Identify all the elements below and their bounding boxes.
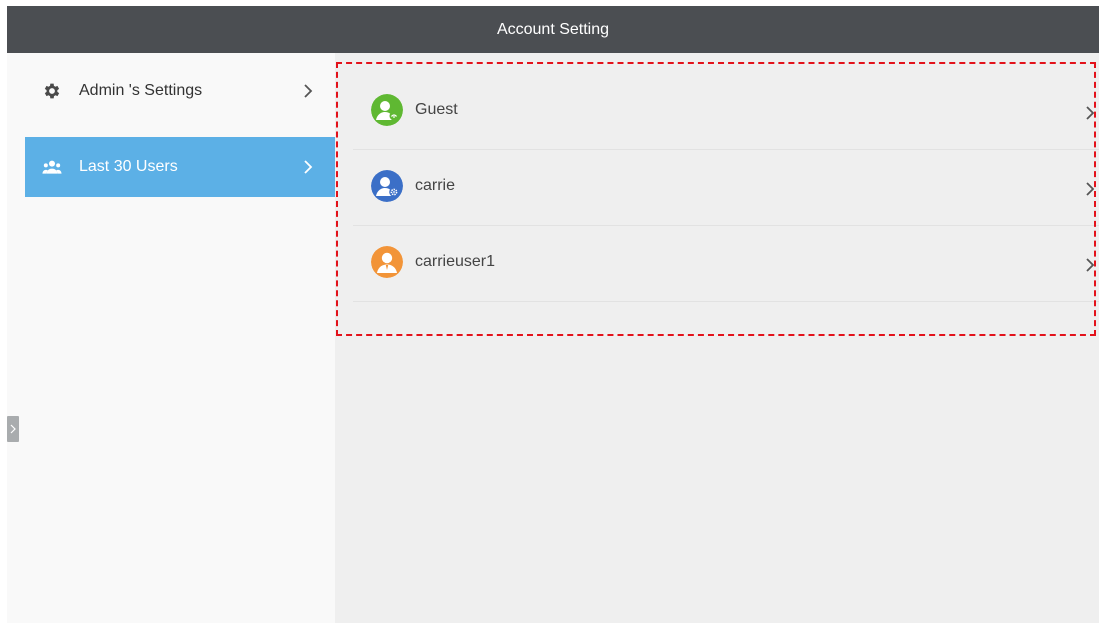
sidebar-item-last-30-users[interactable]: Last 30 Users bbox=[25, 137, 335, 197]
chevron-right-icon bbox=[1086, 182, 1095, 196]
chevron-right-icon bbox=[10, 424, 16, 434]
users-icon bbox=[42, 160, 62, 174]
user-row-carrie[interactable]: carrie bbox=[353, 150, 1099, 226]
title-bar: Account Setting bbox=[7, 6, 1099, 53]
gear-icon bbox=[44, 83, 60, 99]
app-window: Account Setting Admin 's Settings Last 3… bbox=[7, 6, 1099, 623]
user-row-guest[interactable]: Guest bbox=[353, 74, 1099, 150]
sidebar-item-admin-settings[interactable]: Admin 's Settings bbox=[25, 62, 335, 122]
user-name: carrie bbox=[415, 177, 456, 194]
chevron-right-icon bbox=[1086, 258, 1095, 272]
chevron-right-icon bbox=[304, 160, 313, 174]
user-list: Guest carrie carrieuser1 bbox=[353, 74, 1099, 302]
user-avatar-icon bbox=[371, 246, 403, 278]
sidebar-item-label: Last 30 Users bbox=[79, 158, 178, 175]
chevron-right-icon bbox=[1086, 106, 1095, 120]
user-list-panel: Guest carrie carrieuser1 bbox=[335, 53, 1099, 623]
user-row-carrieuser1[interactable]: carrieuser1 bbox=[353, 226, 1099, 302]
chevron-right-icon bbox=[304, 84, 313, 98]
guest-avatar-icon bbox=[371, 94, 403, 126]
page-title: Account Setting bbox=[496, 20, 610, 38]
user-name: Guest bbox=[415, 101, 458, 118]
user-name: carrieuser1 bbox=[415, 253, 496, 270]
sidebar: Admin 's Settings Last 30 Users bbox=[7, 53, 335, 623]
admin-avatar-icon bbox=[371, 170, 403, 202]
sidebar-expand-handle[interactable] bbox=[7, 416, 19, 442]
sidebar-item-label: Admin 's Settings bbox=[79, 82, 203, 99]
